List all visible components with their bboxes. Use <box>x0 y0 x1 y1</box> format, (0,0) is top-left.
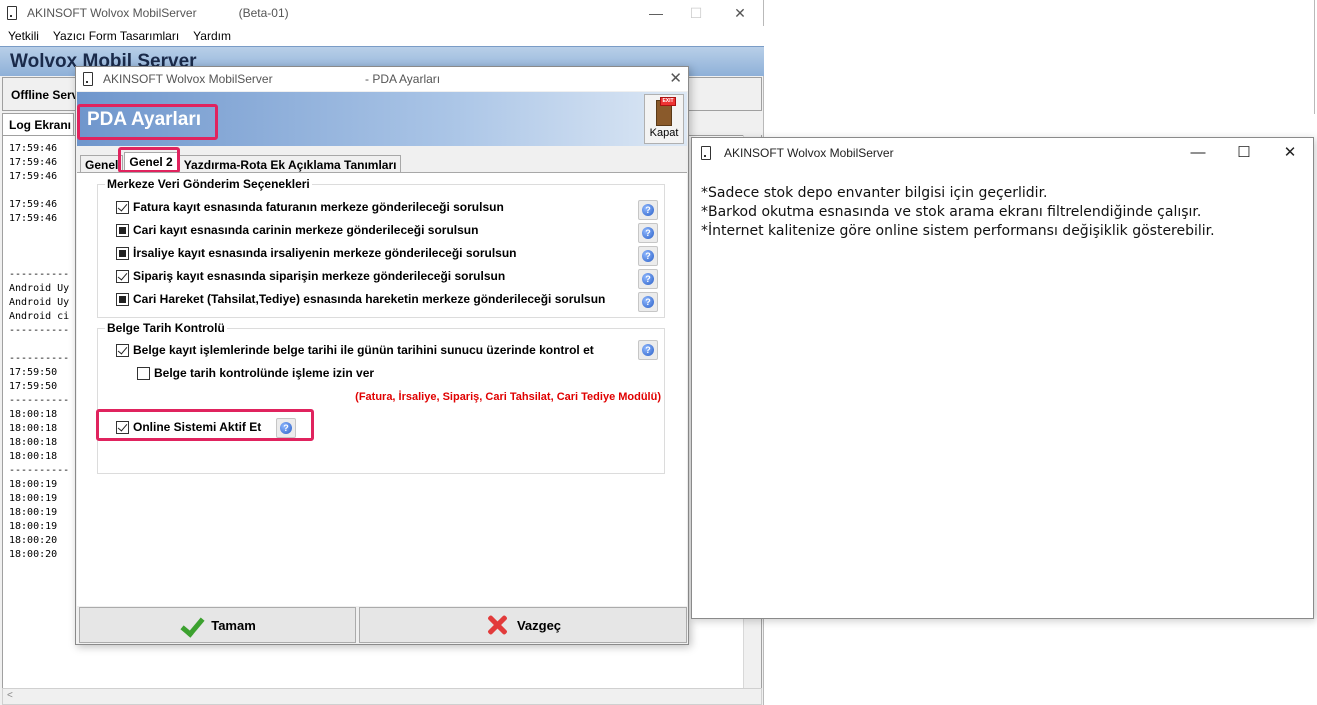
option-siparis[interactable]: Sipariş kayıt esnasında siparişin merkez… <box>116 268 505 284</box>
vazgec-label: Vazgeç <box>516 617 562 633</box>
help-icon[interactable] <box>638 292 658 312</box>
tamam-button[interactable]: Tamam <box>79 607 356 643</box>
checkbox[interactable] <box>116 246 129 260</box>
vazgec-button[interactable]: Vazgeç <box>359 607 687 643</box>
app-icon <box>82 72 94 86</box>
help-icon[interactable] <box>638 269 658 289</box>
option-irsaliye[interactable]: İrsaliye kayıt esnasında irsaliyenin mer… <box>116 245 517 261</box>
pda-dialog-title-suffix: - PDA Ayarları <box>365 72 441 86</box>
checkbox[interactable] <box>137 366 150 380</box>
close-icon[interactable]: ✕ <box>720 0 760 26</box>
option-label: İrsaliye kayıt esnasında irsaliyenin mer… <box>133 246 517 260</box>
checkmark-icon <box>179 616 203 634</box>
option-label: Cari Hareket (Tahsilat,Tediye) esnasında… <box>133 292 606 306</box>
main-window-beta: (Beta-01) <box>238 6 289 20</box>
info-text: *Sadece stok depo envanter bilgisi için … <box>701 184 1215 241</box>
exit-sign: EXIT <box>660 97 676 106</box>
option-label: Belge kayıt işlemlerinde belge tarihi il… <box>133 343 594 357</box>
option-label: Fatura kayıt esnasında faturanın merkeze… <box>133 200 504 214</box>
checkbox[interactable] <box>116 343 129 357</box>
info-line: *Sadece stok depo envanter bilgisi için … <box>701 185 1048 201</box>
dialog-footer: Tamam Vazgeç <box>77 607 687 643</box>
kapat-button[interactable]: EXIT Kapat <box>644 94 684 144</box>
help-icon[interactable] <box>638 223 658 243</box>
info-titlebar: AKINSOFT Wolvox MobilServer — ☐ ✕ <box>692 138 1313 168</box>
option-cari[interactable]: Cari kayıt esnasında carinin merkeze gön… <box>116 222 478 238</box>
tab-highlight-box <box>118 147 180 173</box>
pda-settings-dialog: AKINSOFT Wolvox MobilServer - PDA Ayarla… <box>75 66 689 645</box>
help-icon[interactable] <box>638 340 658 360</box>
info-window-title: AKINSOFT Wolvox MobilServer <box>724 146 894 160</box>
cross-icon <box>485 613 509 637</box>
pda-dialog-title: AKINSOFT Wolvox MobilServer <box>103 72 273 86</box>
option-label: Belge tarih kontrolünde işleme izin ver <box>154 366 375 380</box>
kapat-label: Kapat <box>649 127 679 139</box>
option-cari-hareket[interactable]: Cari Hareket (Tahsilat,Tediye) esnasında… <box>116 291 605 307</box>
maximize-icon[interactable]: ☐ <box>676 0 716 26</box>
info-line: *Barkod okutma esnasında ve stok arama e… <box>701 204 1202 220</box>
app-icon <box>700 146 712 160</box>
option-label: Sipariş kayıt esnasında siparişin merkez… <box>133 269 506 283</box>
close-icon[interactable]: ✕ <box>669 69 682 87</box>
menu-yetkili[interactable]: Yetkili <box>8 29 39 43</box>
app-icon <box>6 6 18 20</box>
info-line: *İnternet kalitenize göre online sistem … <box>701 223 1215 239</box>
checkbox[interactable] <box>116 292 129 306</box>
option-izin-ver[interactable]: Belge tarih kontrolünde işleme izin ver <box>137 365 374 381</box>
module-note: (Fatura, İrsaliye, Sipariş, Cari Tahsila… <box>355 391 661 403</box>
help-icon[interactable] <box>638 200 658 220</box>
maximize-icon[interactable]: ☐ <box>1221 138 1267 168</box>
minimize-icon[interactable]: — <box>1175 138 1221 168</box>
checkbox[interactable] <box>116 269 129 283</box>
group-title: Merkeze Veri Gönderim Seçenekleri <box>105 177 312 191</box>
main-titlebar: AKINSOFT Wolvox MobilServer (Beta-01) — … <box>0 0 763 26</box>
tab-content: Merkeze Veri Gönderim Seçenekleri Fatura… <box>77 172 687 606</box>
exit-door-icon: EXIT <box>651 97 677 127</box>
option-label: Cari kayıt esnasında carinin merkeze gön… <box>133 223 479 237</box>
menu-yazici-form[interactable]: Yazıcı Form Tasarımları <box>53 29 179 43</box>
info-window: AKINSOFT Wolvox MobilServer — ☐ ✕ *Sadec… <box>691 137 1314 619</box>
option-belge-tarih[interactable]: Belge kayıt işlemlerinde belge tarihi il… <box>116 342 594 358</box>
tamam-label: Tamam <box>211 617 256 633</box>
tab-log-ekrani[interactable]: Log Ekranı <box>2 113 74 135</box>
help-icon[interactable] <box>638 246 658 266</box>
checkbox[interactable] <box>116 200 129 214</box>
offline-server-label: Offline Serv <box>11 88 79 102</box>
pda-titlebar: AKINSOFT Wolvox MobilServer - PDA Ayarla… <box>76 67 688 91</box>
group-title: Belge Tarih Kontrolü <box>105 321 227 335</box>
tab-yazdirma-rota[interactable]: Yazdırma-Rota Ek Açıklama Tanımları <box>178 155 402 173</box>
header-highlight-box <box>77 104 218 140</box>
option-fatura[interactable]: Fatura kayıt esnasında faturanın merkeze… <box>116 199 504 215</box>
close-icon[interactable]: ✕ <box>1267 138 1313 168</box>
tab-genel[interactable]: Genel <box>80 155 124 173</box>
menu-yardim[interactable]: Yardım <box>193 29 231 43</box>
scroll-left-icon[interactable]: < <box>7 690 13 701</box>
pda-header: PDA Ayarları EXIT Kapat <box>77 92 687 146</box>
online-highlight-box <box>96 409 314 441</box>
checkbox[interactable] <box>116 223 129 237</box>
main-window-title: AKINSOFT Wolvox MobilServer <box>27 6 197 20</box>
menu-bar: Yetkili Yazıcı Form Tasarımları Yardım <box>0 26 764 46</box>
log-horizontal-scrollbar[interactable]: < <box>2 688 762 705</box>
minimize-icon[interactable]: — <box>636 0 676 26</box>
